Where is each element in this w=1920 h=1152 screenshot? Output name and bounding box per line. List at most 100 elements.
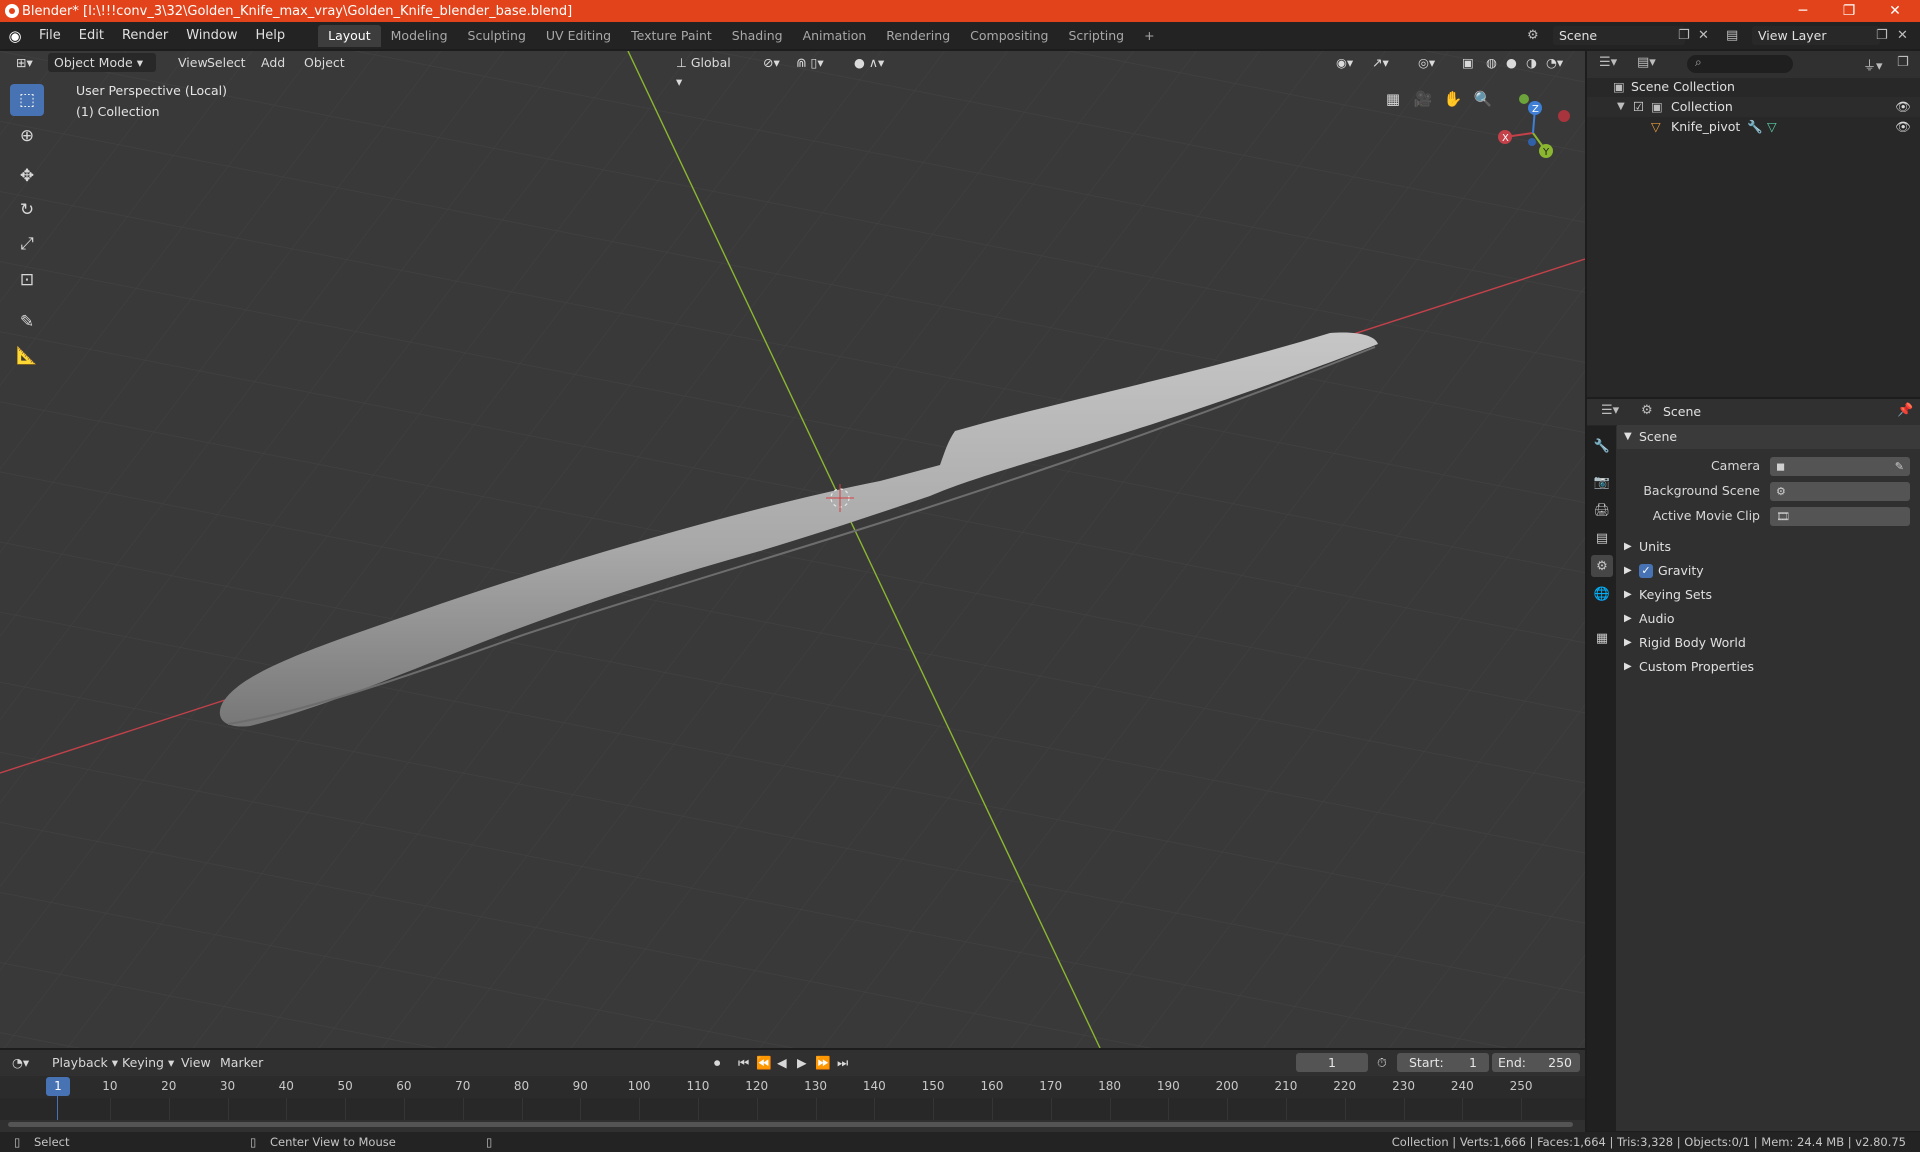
background-scene-field[interactable]: ⚙	[1770, 482, 1910, 501]
snap-icon[interactable]: ⋒ ▯▾	[790, 53, 830, 72]
blender-menu-icon[interactable]: ◉	[0, 22, 30, 49]
shading-rendered-icon[interactable]: ◔▾	[1540, 53, 1569, 72]
menu-window[interactable]: Window	[177, 22, 246, 49]
delete-scene-icon[interactable]: ✕	[1698, 26, 1709, 45]
scene-panel-header[interactable]: ▼ Scene	[1617, 425, 1920, 449]
tab-uv-editing[interactable]: UV Editing	[536, 25, 621, 47]
new-scene-icon[interactable]: ❐	[1678, 26, 1690, 45]
outliner-editor-icon[interactable]: ☰▾	[1599, 55, 1617, 70]
stopwatch-icon[interactable]: ⏱	[1377, 1053, 1387, 1073]
record-icon[interactable]: ⏺	[714, 1053, 720, 1073]
tab-rendering[interactable]: Rendering	[876, 25, 960, 47]
camera-field[interactable]: ◼ ✎	[1770, 457, 1910, 476]
eyedropper-icon[interactable]: ✎	[1895, 457, 1904, 476]
tab-scripting[interactable]: Scripting	[1059, 25, 1135, 47]
menu-file[interactable]: File	[30, 22, 70, 49]
pan-hand-icon[interactable]: ✋	[1440, 86, 1466, 112]
menu-add[interactable]: Add	[255, 53, 291, 72]
new-view-layer-icon[interactable]: ❐	[1876, 26, 1888, 45]
scene-field[interactable]: Scene	[1553, 26, 1685, 45]
playback-menu[interactable]: Playback ▾	[52, 1053, 118, 1073]
scene-icon[interactable]: ⚙	[1527, 26, 1539, 45]
menu-select[interactable]: Select	[201, 53, 252, 72]
menu-help[interactable]: Help	[247, 22, 295, 49]
properties-editor-icon[interactable]: ☰▾	[1601, 403, 1619, 418]
marker-menu[interactable]: Marker	[220, 1053, 263, 1073]
zoom-icon[interactable]: 🔍	[1470, 86, 1496, 112]
new-collection-icon[interactable]: ❐	[1897, 55, 1909, 70]
xray-icon[interactable]: ▣	[1456, 53, 1480, 72]
tab-layout[interactable]: Layout	[318, 24, 381, 47]
play-icon[interactable]: ▶	[797, 1053, 807, 1073]
select-box-tool-icon[interactable]: ⬚	[10, 84, 44, 116]
filter-icon[interactable]: ⏚▾	[1863, 55, 1883, 74]
menu-edit[interactable]: Edit	[70, 22, 113, 49]
add-workspace-button[interactable]: +	[1134, 25, 1164, 47]
gravity-checkbox[interactable]: ✓	[1639, 564, 1653, 578]
panel-units[interactable]: ▶ Units	[1617, 535, 1920, 559]
delete-view-layer-icon[interactable]: ✕	[1897, 26, 1908, 45]
timeline-view-menu[interactable]: View	[181, 1053, 211, 1073]
outliner-row-scene-collection[interactable]: ▣ Scene Collection	[1587, 77, 1920, 97]
panel-gravity[interactable]: ▶ ✓ Gravity	[1617, 559, 1920, 583]
playhead-frame-indicator[interactable]: 1	[46, 1077, 70, 1096]
close-button[interactable]: ✕	[1872, 0, 1918, 22]
view-layer-field[interactable]: View Layer	[1752, 26, 1880, 45]
mode-dropdown[interactable]: Object Mode ▾	[48, 53, 156, 72]
collection-visibility-eye-icon[interactable]: 👁	[1895, 97, 1911, 117]
tab-shading[interactable]: Shading	[722, 25, 793, 47]
end-frame-field[interactable]: End: 250	[1492, 1053, 1580, 1072]
menu-render[interactable]: Render	[113, 22, 177, 49]
active-movie-clip-field[interactable]: 🎞	[1770, 507, 1910, 526]
scale-tool-icon[interactable]: ⤢	[10, 228, 44, 260]
panel-custom-properties[interactable]: ▶ Custom Properties	[1617, 655, 1920, 679]
pin-icon[interactable]: 📌	[1897, 403, 1913, 418]
jump-start-icon[interactable]: ⏮	[738, 1053, 749, 1073]
start-frame-field[interactable]: Start: 1	[1397, 1053, 1489, 1072]
outliner-row-collection[interactable]: ▼ ☑ ▣ Collection 👁	[1587, 97, 1920, 117]
timeline-scrollbar[interactable]	[8, 1122, 1573, 1127]
panel-keying-sets[interactable]: ▶ Keying Sets	[1617, 583, 1920, 607]
pivot-icon[interactable]: ⊘▾	[757, 53, 786, 72]
maximize-button[interactable]: ❐	[1826, 0, 1872, 22]
display-mode-icon[interactable]: ▤▾	[1637, 55, 1656, 70]
tab-texture-paint[interactable]: Texture Paint	[621, 25, 722, 47]
rotate-tool-icon[interactable]: ↻	[10, 194, 44, 226]
move-tool-icon[interactable]: ✥	[10, 160, 44, 192]
gizmo-toggle-icon[interactable]: ↗▾	[1366, 53, 1395, 72]
panel-rigid-body-world[interactable]: ▶ Rigid Body World	[1617, 631, 1920, 655]
tab-animation[interactable]: Animation	[793, 25, 877, 47]
world-tab-icon[interactable]: 🌐	[1591, 583, 1613, 605]
outliner-search-input[interactable]: ⌕	[1687, 55, 1793, 73]
view-layer-icon[interactable]: ▤	[1726, 26, 1738, 45]
scene-tab-icon[interactable]: ⚙	[1591, 555, 1613, 577]
proportional-edit-icon[interactable]: ● ∧▾	[848, 53, 890, 72]
tab-sculpting[interactable]: Sculpting	[458, 25, 536, 47]
outliner-row-knife-pivot[interactable]: ▽ Knife_pivot 🔧 ▽ 👁	[1587, 117, 1920, 137]
expand-chevron-icon[interactable]: ▼	[1617, 97, 1625, 117]
tool-tab-icon[interactable]: 🔧	[1591, 435, 1613, 457]
jump-keyframe-back-icon[interactable]: ⏪	[756, 1053, 772, 1073]
editor-type-icon[interactable]: ⊞▾	[10, 53, 39, 72]
navigation-gizmo[interactable]: X Y Z	[1488, 88, 1572, 166]
tab-compositing[interactable]: Compositing	[960, 25, 1058, 47]
orientation-dropdown[interactable]: ⊥ Global ▾	[670, 53, 746, 89]
timeline-editor-icon[interactable]: ◔▾	[12, 1053, 29, 1073]
texture-tab-icon[interactable]: ▦	[1591, 627, 1613, 649]
transform-tool-icon[interactable]: ⊡	[10, 264, 44, 296]
panel-audio[interactable]: ▶ Audio	[1617, 607, 1920, 631]
minimize-button[interactable]: ─	[1780, 0, 1826, 22]
visibility-icon[interactable]: ◉▾	[1330, 53, 1359, 72]
annotate-tool-icon[interactable]: ✎	[10, 306, 44, 338]
view-layer-tab-icon[interactable]: ▤	[1591, 527, 1613, 549]
current-frame-field[interactable]: 1	[1296, 1053, 1368, 1072]
object-visibility-eye-icon[interactable]: 👁	[1895, 117, 1911, 137]
3d-viewport[interactable]	[0, 51, 1585, 1048]
play-reverse-icon[interactable]: ◀	[777, 1053, 787, 1073]
cursor-tool-icon[interactable]: ⊕	[10, 120, 44, 152]
measure-tool-icon[interactable]: 📐	[10, 340, 44, 372]
toggle-grid-icon[interactable]: ▦	[1380, 86, 1406, 112]
timeline-track[interactable]	[0, 1098, 1585, 1120]
jump-keyframe-forward-icon[interactable]: ⏩	[815, 1053, 831, 1073]
collection-checkbox[interactable]: ☑	[1633, 97, 1644, 117]
